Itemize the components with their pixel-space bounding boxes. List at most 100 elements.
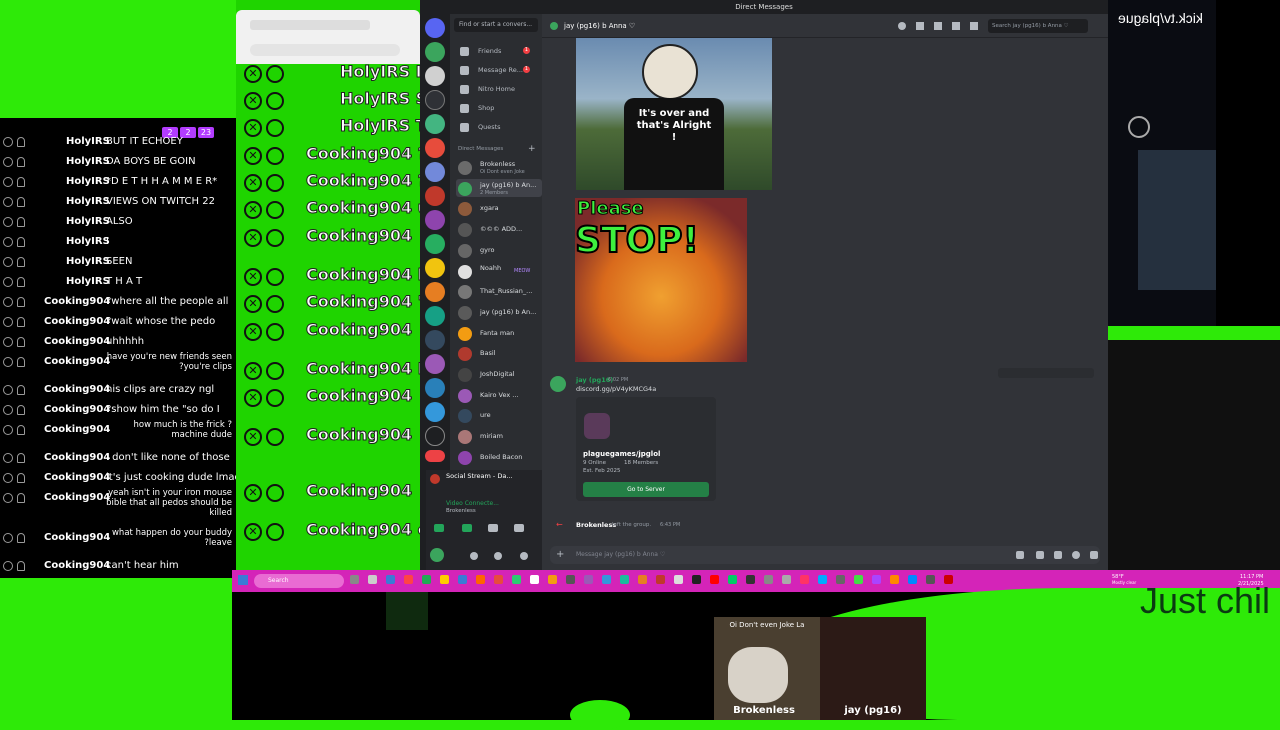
user-icon[interactable] [266, 92, 284, 110]
message-composer[interactable]: + Message jay (pg16) b Anna ♡ [550, 546, 1100, 564]
user-icon[interactable] [17, 177, 25, 187]
soundboard-icon[interactable] [514, 524, 524, 532]
browser-toolbar[interactable] [236, 10, 420, 64]
address-bar[interactable] [250, 44, 400, 56]
taskbar-app-icon[interactable] [620, 575, 629, 584]
remove-icon[interactable]: ✕ [244, 201, 262, 219]
search-input[interactable]: Search jay (pg16) b Anna ♡ [988, 19, 1088, 33]
mod-action-icon[interactable] [3, 337, 13, 347]
mod-action-icon[interactable] [3, 473, 13, 483]
camera-icon[interactable] [434, 524, 444, 532]
nav-item[interactable]: Message Re... 1 [456, 61, 542, 79]
meme-image-1[interactable]: It's over and that's Alright ! [576, 38, 772, 190]
mod-action-icon[interactable] [3, 405, 13, 415]
dm-item[interactable]: ©©© ADD... [456, 220, 542, 238]
user-icon[interactable] [266, 323, 284, 341]
user-icon[interactable] [17, 137, 25, 147]
mod-action-icon[interactable] [3, 385, 13, 395]
mod-action-icon[interactable] [3, 257, 13, 267]
user-icon[interactable] [266, 201, 284, 219]
user-icon[interactable] [17, 357, 25, 367]
member-list-icon[interactable] [970, 22, 978, 30]
user-icon[interactable] [266, 268, 284, 286]
dm-item[interactable]: Kairo Vex ... [456, 386, 542, 404]
user-icon[interactable] [17, 237, 25, 247]
chat-username[interactable]: HolyIRS [66, 152, 110, 172]
server-icon[interactable] [425, 354, 445, 374]
user-icon[interactable] [17, 561, 25, 571]
taskbar-app-icon[interactable] [512, 575, 521, 584]
chat-username[interactable]: Cooking904 [44, 468, 110, 488]
taskbar-app-icon[interactable] [368, 575, 377, 584]
mod-action-icon[interactable] [3, 297, 13, 307]
taskbar-app-icon[interactable] [926, 575, 935, 584]
mod-action-icon[interactable] [3, 137, 13, 147]
taskbar-app-icon[interactable] [602, 575, 611, 584]
user-icon[interactable] [266, 523, 284, 541]
server-icon[interactable] [425, 306, 445, 326]
server-icon[interactable] [425, 234, 445, 254]
dm-item[interactable]: Fanta man [456, 324, 542, 342]
user-icon[interactable] [266, 65, 284, 83]
taskbar-app-icon[interactable] [692, 575, 701, 584]
pin-icon[interactable] [934, 22, 942, 30]
nav-item[interactable]: Nitro Home [456, 80, 542, 98]
taskbar-app-icon[interactable] [890, 575, 899, 584]
taskbar-app-icon[interactable] [872, 575, 881, 584]
taskbar-app-icon[interactable] [350, 575, 359, 584]
user-icon[interactable] [266, 174, 284, 192]
chat-username[interactable]: Cooking904 [44, 488, 110, 508]
taskbar-app-icon[interactable] [584, 575, 593, 584]
chat-username[interactable]: HolyIRS [66, 192, 110, 212]
dm-item[interactable]: Boiled Bacon [456, 448, 542, 466]
nav-item[interactable]: Quests [456, 118, 542, 136]
remove-icon[interactable]: ✕ [244, 147, 262, 165]
taskbar-app-icon[interactable] [800, 575, 809, 584]
remove-icon[interactable]: ✕ [244, 484, 262, 502]
gif-icon[interactable] [1036, 551, 1044, 559]
meme-image-2[interactable]: Please STOP! [574, 198, 747, 362]
user-icon[interactable] [17, 453, 25, 463]
chat-username[interactable]: HolyIRS [66, 212, 110, 232]
remove-icon[interactable]: ✕ [244, 362, 262, 380]
remove-icon[interactable]: ✕ [244, 65, 262, 83]
user-icon[interactable] [17, 425, 25, 435]
user-icon[interactable] [17, 257, 25, 267]
taskbar-app-icon[interactable] [782, 575, 791, 584]
user-icon[interactable] [17, 385, 25, 395]
server-icon[interactable] [425, 426, 445, 446]
server-icon[interactable] [425, 66, 445, 86]
find-conversation-input[interactable]: Find or start a convers... [454, 18, 538, 32]
remove-icon[interactable]: ✕ [244, 229, 262, 247]
remove-icon[interactable]: ✕ [244, 92, 262, 110]
user-icon[interactable] [266, 119, 284, 137]
start-icon[interactable] [238, 575, 248, 585]
dm-item[interactable]: JoshDigital [456, 365, 542, 383]
message-actions[interactable] [998, 368, 1094, 378]
gift-icon[interactable] [1016, 551, 1024, 559]
server-icon[interactable] [425, 138, 445, 158]
mod-action-icon[interactable] [3, 493, 13, 503]
chat-username[interactable]: Cooking904 [44, 556, 110, 576]
call-icon[interactable] [898, 22, 906, 30]
chat-username[interactable]: Cooking904 [44, 420, 110, 440]
taskbar-app-icon[interactable] [422, 575, 431, 584]
remove-icon[interactable]: ✕ [244, 523, 262, 541]
server-icon[interactable] [425, 258, 445, 278]
user-icon[interactable] [266, 147, 284, 165]
dm-item[interactable]: jay (pg16) b An... [456, 303, 542, 321]
taskbar-app-icon[interactable] [548, 575, 557, 584]
sticker-icon[interactable] [1054, 551, 1062, 559]
user-icon[interactable] [17, 493, 25, 503]
server-icon[interactable] [425, 210, 445, 230]
user-icon[interactable] [266, 484, 284, 502]
mod-action-icon[interactable] [3, 217, 13, 227]
user-icon[interactable] [17, 317, 25, 327]
taskbar-app-icon[interactable] [566, 575, 575, 584]
taskbar-app-icon[interactable] [404, 575, 413, 584]
user-icon[interactable] [266, 428, 284, 446]
chat-username[interactable]: Cooking904 [44, 352, 110, 372]
taskbar-app-icon[interactable] [638, 575, 647, 584]
nav-item[interactable]: Friends 1 [456, 42, 542, 60]
taskbar-app-icon[interactable] [494, 575, 503, 584]
